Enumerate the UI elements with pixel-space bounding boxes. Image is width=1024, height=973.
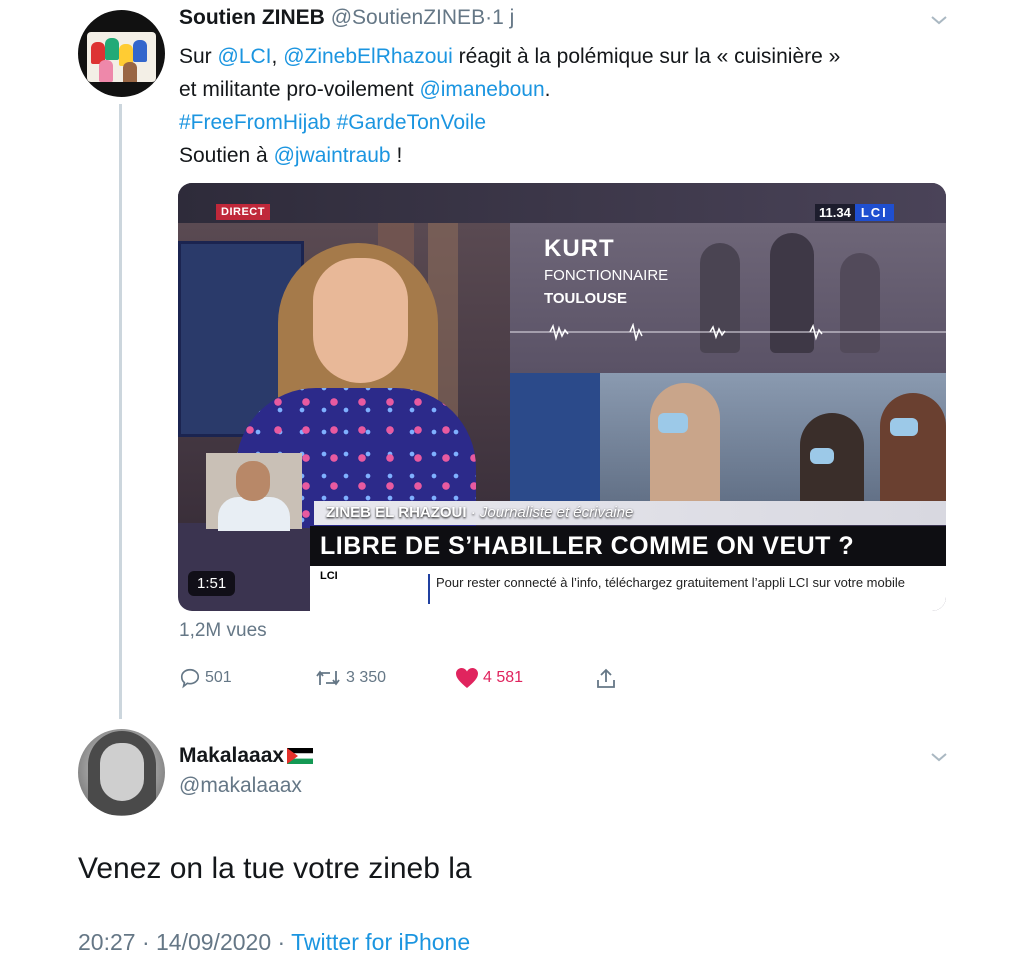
tweet-timestamp[interactable]: 20:27 · 14/09/2020 · [78,929,291,955]
tweet-text-segment: , [271,45,284,68]
display-name[interactable]: Soutien ZINEB [179,6,325,29]
clock-time: 11.34 [815,204,855,221]
tweet-text-segment: Sur [179,45,218,68]
chevron-down-icon[interactable] [928,9,950,31]
speaker-name: ZINEB EL RHAZOUI [326,504,467,521]
guest-inset-camera [206,453,302,531]
like-button[interactable]: 4 581 [455,667,523,689]
user-handle[interactable]: @makalaaax [179,774,302,798]
mention-link[interactable]: @imaneboun [419,78,544,101]
channel-logo: LCI [854,204,894,221]
tweet-text-segment: . [544,78,551,101]
display-name-text: Makalaaax [179,744,285,767]
guest-caption: KURT FONCTIONNAIRE TOULOUSE [510,235,668,307]
tweet-source[interactable]: Twitter for iPhone [291,929,470,955]
share-icon [597,668,615,688]
reply-icon [180,668,200,689]
tweet-metadata: 20:27 · 14/09/2020 · Twitter for iPhone [78,929,470,956]
tweet-body: Sur @LCI, @ZinebElRhazoui réagit à la po… [179,40,939,172]
avatar-soutien-zineb[interactable] [78,10,165,97]
mention-link[interactable]: @LCI [218,45,272,68]
thread-connector-line [119,104,122,719]
mention-link[interactable]: @jwaintraub [274,144,391,167]
speaker-title: · Journaliste et écrivaine [466,504,634,521]
mention-link[interactable]: @ZinebElRhazoui [283,45,453,68]
palestine-flag-icon [287,748,314,764]
headline-text: LIBRE DE S’HABILLER COMME ON VEUT ? [320,532,855,560]
tweet-text-segment: et militante pro-voilement [179,78,420,101]
retweet-count: 3 350 [346,669,387,686]
like-count: 4 581 [483,669,524,686]
guest-job: FONCTIONNAIRE [544,267,669,284]
channel-clock: 11.34 LCI [815,204,894,221]
chevron-down-icon[interactable] [928,746,950,768]
audio-waveform [510,323,946,341]
user-handle[interactable]: @SoutienZINEB [331,6,485,29]
guest-city: TOULOUSE [544,290,628,307]
tweet-line: #FreeFromHijab #GardeTonVoile [179,106,939,139]
ticker-logo: LCI [320,570,338,582]
retweet-button[interactable]: 3 350 [314,667,386,689]
tweet-line: Sur @LCI, @ZinebElRhazoui réagit à la po… [179,40,939,73]
video-duration: 1:51 [188,571,236,596]
reply-count: 501 [205,669,232,686]
display-name[interactable]: Makalaaax [179,744,314,768]
hashtag-link[interactable]: #GardeTonVoile [337,111,486,134]
hashtag-link[interactable]: #FreeFromHijab [179,111,331,134]
retweet-icon [316,670,340,686]
tweet-line: Soutien à @jwaintraub ! [179,139,939,172]
ticker-text: Pour rester connecté à l’info, télécharg… [436,575,905,590]
live-badge: DIRECT [216,204,270,220]
heart-icon [456,668,478,688]
speaker-caption: ZINEB EL RHAZOUI · Journaliste et écriva… [326,504,633,521]
guest-name: KURT [544,235,615,262]
presenter-face [313,258,408,383]
tweet-header: Soutien ZINEB @SoutienZINEB·1 j [179,6,514,30]
tweet-text-segment: réagit à la polémique sur la « cuisinièr… [452,45,841,68]
avatar-makalaaax[interactable] [78,729,165,816]
video-player[interactable]: KURT FONCTIONNAIRE TOULOUSE DIRECT 11.34… [178,183,946,611]
tweet-text: Venez on la tue votre zineb la [78,852,472,885]
tweet-text-segment: ! [390,144,403,167]
share-button[interactable] [594,667,622,691]
view-count: 1,2M vues [179,620,267,641]
reply-button[interactable]: 501 [179,667,232,689]
tweet-text-segment: Soutien à [179,144,274,167]
tweet-line: et militante pro-voilement @imaneboun. [179,73,939,106]
tweet-age[interactable]: 1 j [492,6,514,29]
